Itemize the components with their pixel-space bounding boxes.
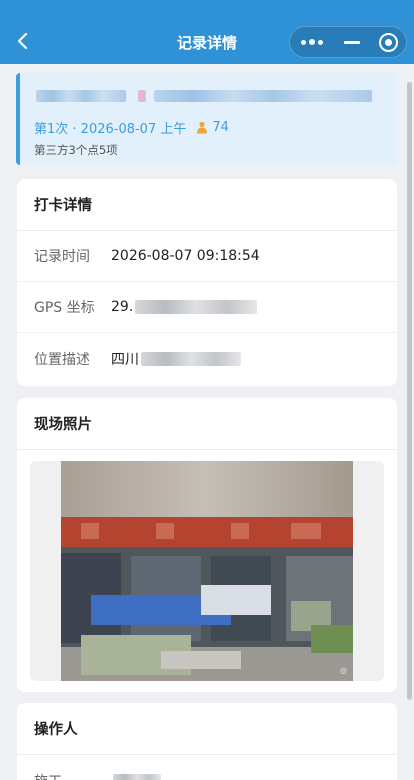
- close-program-button[interactable]: [370, 27, 406, 57]
- row-label: 施工: [34, 771, 111, 780]
- summary-meta: 第1次 · 2026-08-07 上午 74: [34, 118, 229, 137]
- photo-watermark: ◎: [340, 666, 347, 675]
- dot-icon: [318, 39, 323, 45]
- redacted-value: [113, 773, 161, 780]
- checkin-details-card: 打卡详情 记录时间 2026-08-07 09:18:54 GPS 坐标 29.…: [17, 179, 397, 386]
- navigation-bar: 记录详情: [0, 0, 414, 64]
- redacted-value: [135, 300, 258, 314]
- row-label: GPS 坐标: [34, 300, 95, 316]
- row-value: 29.: [111, 299, 258, 315]
- detail-row-time: 记录时间 2026-08-07 09:18:54: [17, 231, 397, 282]
- location-value-text: 四川: [111, 351, 139, 368]
- redacted-title: [154, 90, 372, 102]
- scrollbar[interactable]: [407, 82, 412, 700]
- photo-container: ◎: [30, 461, 384, 681]
- site-photo[interactable]: ◎: [61, 461, 353, 681]
- card-title: 现场照片: [17, 398, 397, 450]
- gps-value-text: 29.: [111, 299, 134, 315]
- redacted-title: [138, 90, 146, 102]
- row-label: 位置描述: [34, 351, 90, 368]
- more-options-button[interactable]: [290, 27, 334, 57]
- redacted-title: [36, 90, 126, 102]
- card-title: 打卡详情: [17, 179, 397, 231]
- summary-subtitle: 第三方3个点5项: [34, 143, 118, 157]
- row-value: 四川: [111, 349, 241, 369]
- site-photos-card: 现场照片 ◎: [17, 398, 397, 692]
- mini-program-capsule: [289, 26, 407, 58]
- person-icon: [196, 121, 208, 134]
- row-label: 记录时间: [34, 249, 90, 265]
- target-circle-icon: [378, 32, 398, 52]
- dot-icon: [301, 39, 306, 45]
- minus-icon: [344, 40, 360, 44]
- minimize-button[interactable]: [334, 27, 370, 57]
- row-value: 2026-08-07 09:18:54: [111, 248, 260, 264]
- record-summary: 第1次 · 2026-08-07 上午 74 第三方3个点5项: [16, 73, 397, 165]
- operator-row: 施工: [17, 755, 397, 780]
- record-time-text: 第1次 · 2026-08-07 上午: [34, 122, 187, 137]
- person-count: 74: [212, 120, 229, 135]
- card-title: 操作人: [17, 703, 397, 755]
- detail-row-gps: GPS 坐标 29.: [17, 282, 397, 333]
- detail-row-location: 位置描述 四川: [17, 333, 397, 384]
- redacted-value: [141, 351, 241, 366]
- operator-card: 操作人 施工: [17, 703, 397, 780]
- dot-icon: [309, 39, 315, 45]
